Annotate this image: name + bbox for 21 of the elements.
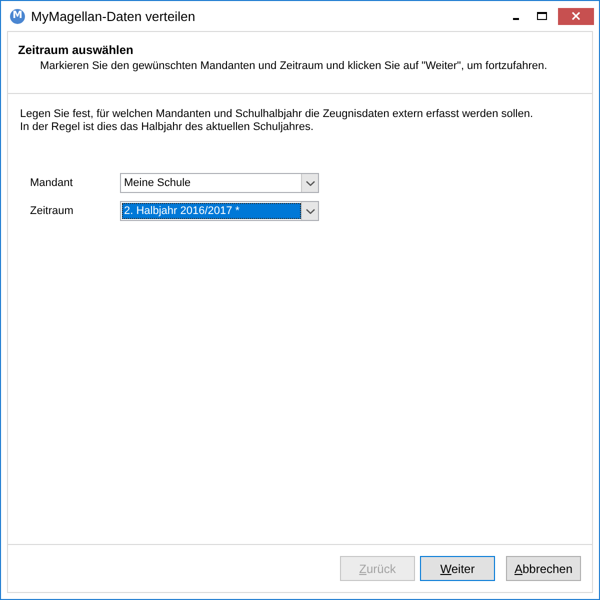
instruction-text: Legen Sie fest, für welchen Mandanten und Schulhalbjahr die Zeugnisdaten extern erfasst werden sollen. xyxy=(20,108,534,121)
dropdown[interactable]: 2. Halbjahr 2016/2017 * xyxy=(120,201,319,221)
chevron-down-icon xyxy=(306,180,314,186)
maximize-icon xyxy=(537,12,547,20)
instruction-text: In der Regel ist dies das Halbjahr des aktuellen Schuljahres. xyxy=(20,121,314,134)
minimize-icon xyxy=(513,18,519,20)
close-button[interactable] xyxy=(558,8,594,24)
app-icon: M xyxy=(10,8,25,24)
page-subtitle: Markieren Sie den gewünschten Mandanten und Zeitraum und klicken Sie auf "Weiter", um fortzufahren. xyxy=(40,59,548,73)
dropdown-arrow-button[interactable] xyxy=(301,202,318,220)
page-heading: Zeitraum auswählen xyxy=(18,43,134,57)
dropdown-arrow-button[interactable] xyxy=(301,174,318,192)
dropdown-value: Meine Schule xyxy=(123,176,192,191)
field-label: Zeitraum xyxy=(30,205,74,217)
dropdown-value: 2. Halbjahr 2016/2017 * xyxy=(122,203,301,219)
close-icon xyxy=(572,12,580,20)
field-label: Mandant xyxy=(30,177,74,189)
dropdown[interactable]: Meine Schule xyxy=(120,173,319,193)
chevron-down-icon xyxy=(306,208,314,214)
dialog-button[interactable]: Abbrechen xyxy=(506,556,581,581)
window-title: MyMagellan-Daten verteilen xyxy=(31,8,196,24)
